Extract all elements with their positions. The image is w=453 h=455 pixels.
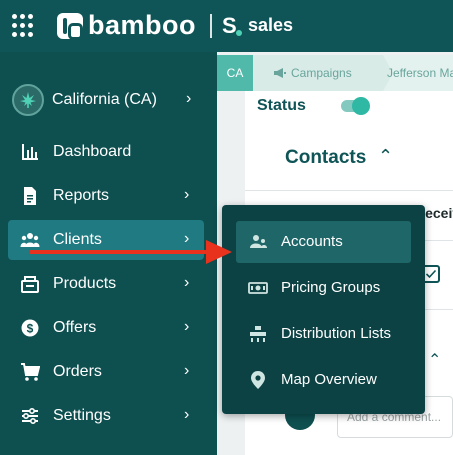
svg-text:$: $ — [27, 322, 34, 336]
status-toggle-knob[interactable] — [352, 97, 370, 115]
map-pin-icon — [251, 371, 265, 389]
distribution-icon — [250, 326, 266, 342]
accounts-icon — [250, 235, 267, 248]
money-icon — [248, 282, 268, 294]
chevron-right-icon: › — [184, 362, 190, 379]
submenu-item-label: Accounts — [281, 233, 343, 250]
brand-divider — [210, 14, 212, 38]
sidebar-item-label: Orders — [53, 363, 102, 380]
sidebar-item-label: Reports — [53, 187, 110, 204]
check-icon — [425, 269, 437, 279]
sidebar-item-reports[interactable]: Reports › — [8, 176, 204, 216]
bar-chart-icon — [22, 144, 38, 160]
sidebar-item-label: Offers — [53, 319, 97, 336]
chevron-right-icon: › — [184, 406, 190, 423]
sliders-icon — [22, 407, 38, 425]
clients-submenu: Accounts Pricing Groups Distribution Lis… — [222, 205, 425, 414]
top-bar: bamboo S sales — [0, 0, 453, 52]
submenu-item-map-overview[interactable]: Map Overview — [236, 359, 411, 401]
state-selector[interactable]: California (CA) › — [12, 84, 212, 116]
package-icon — [21, 276, 39, 293]
bamboo-logo-icon — [57, 13, 83, 40]
chevron-up-icon[interactable]: ⌃ — [428, 350, 441, 370]
submenu-item-pricing-groups[interactable]: Pricing Groups — [236, 267, 411, 309]
sidebar-item-dashboard[interactable]: Dashboard — [8, 132, 204, 172]
breadcrumb-current[interactable]: Jefferson Ma — [387, 55, 453, 91]
megaphone-icon — [274, 68, 286, 78]
app-label: sales — [248, 15, 294, 35]
sidebar-item-label: Products — [53, 275, 117, 292]
submenu-item-label: Map Overview — [281, 371, 377, 388]
cannabis-leaf-icon — [12, 84, 44, 116]
sidebar-item-settings[interactable]: Settings › — [8, 396, 204, 436]
document-icon — [24, 187, 36, 205]
offer-badge-icon: $ — [21, 319, 39, 337]
sidebar-item-offers[interactable]: $ Offers › — [8, 308, 204, 348]
status-label: Status — [257, 97, 306, 114]
chevron-right-icon: › — [184, 318, 190, 335]
state-selector-label: California (CA) — [52, 91, 157, 108]
breadcrumb: CA Campaigns Jefferson Ma — [217, 55, 453, 91]
breadcrumb-state[interactable]: CA — [217, 55, 253, 91]
chevron-right-icon: › — [184, 274, 190, 291]
cart-icon — [21, 363, 40, 381]
sidebar-item-label: Clients — [53, 231, 102, 248]
divider — [245, 190, 453, 191]
sales-logo-icon: S — [222, 14, 246, 38]
sidebar-item-orders[interactable]: Orders › — [8, 352, 204, 392]
sidebar-item-products[interactable]: Products › — [8, 264, 204, 304]
submenu-item-label: Pricing Groups — [281, 279, 381, 296]
chevron-right-icon: › — [184, 230, 190, 247]
breadcrumb-campaigns[interactable]: Campaigns — [253, 55, 393, 91]
sidebar-item-label: Settings — [53, 407, 111, 424]
sidebar-item-clients[interactable]: Clients › — [8, 220, 204, 260]
chevron-right-icon: › — [186, 90, 192, 107]
brand-name: bamboo — [88, 10, 196, 40]
chevron-up-icon[interactable]: ⌃ — [378, 146, 393, 167]
submenu-item-label: Distribution Lists — [281, 325, 392, 342]
chevron-right-icon: › — [184, 186, 190, 203]
submenu-item-accounts[interactable]: Accounts — [236, 221, 411, 263]
contacts-heading: Contacts — [285, 147, 367, 168]
sidebar-item-label: Dashboard — [53, 143, 132, 160]
submenu-item-distribution-lists[interactable]: Distribution Lists — [236, 313, 411, 355]
sidebar: California (CA) › Dashboard Reports › Cl… — [0, 52, 217, 455]
group-icon — [20, 233, 40, 247]
app-grid-icon[interactable] — [12, 14, 36, 38]
